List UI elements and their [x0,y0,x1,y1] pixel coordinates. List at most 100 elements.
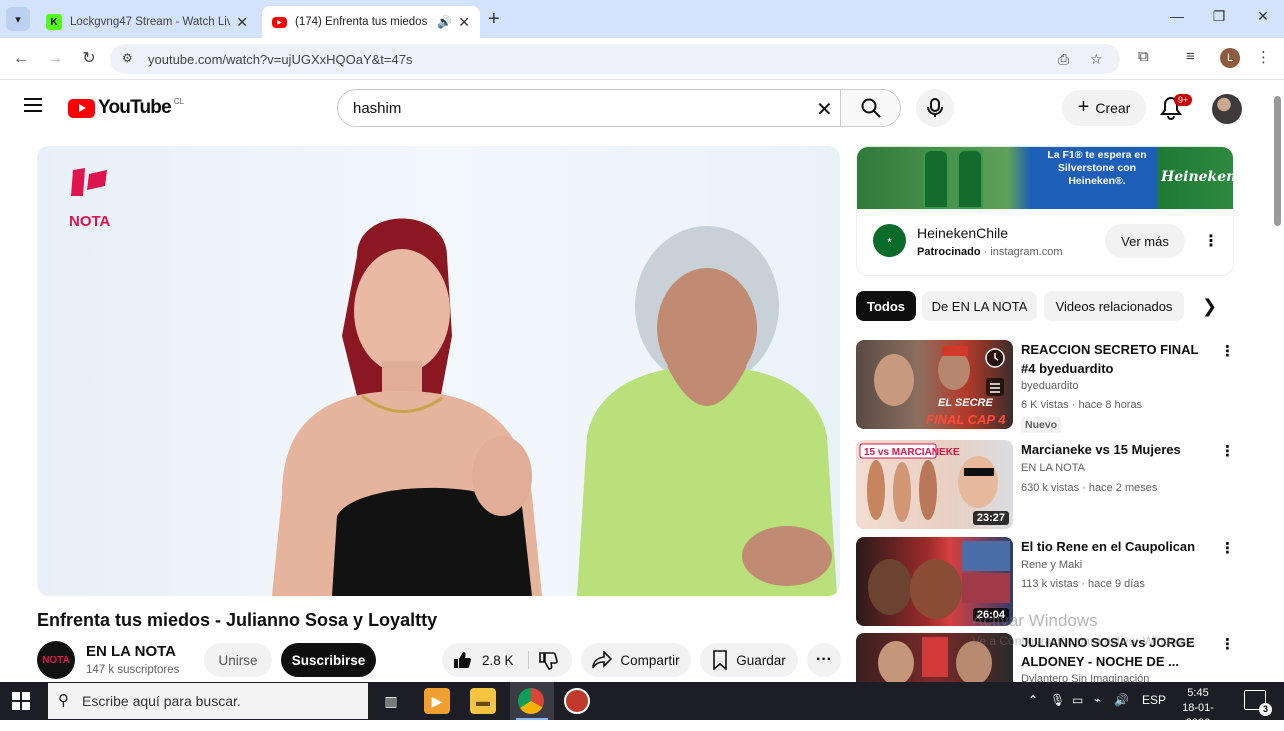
account-avatar[interactable] [1212,94,1242,124]
minimize-icon[interactable]: — [1162,8,1192,24]
media-player-icon[interactable]: ▶ [424,688,450,714]
battery-icon[interactable]: ▭ [1072,693,1083,707]
bottle-graphic [957,149,983,209]
rec-title[interactable]: El tio Rene en el Caupolican [1021,537,1216,556]
audio-playing-icon[interactable]: 🔊 [437,15,452,29]
search-button[interactable] [840,90,900,126]
join-button[interactable]: Unirse [204,643,272,677]
video-thumbnail[interactable]: 15 vs MARCIANEKE 23:27 [856,440,1013,529]
share-label: Compartir [620,652,680,668]
more-actions-button[interactable]: ··· [807,643,841,677]
reload-icon[interactable]: ↻ [78,48,100,70]
windows-start-icon[interactable] [12,692,30,710]
thumbs-up-icon [454,652,472,668]
share-button[interactable]: Compartir [581,643,691,677]
chip-from-channel[interactable]: De EN LA NOTA [922,291,1037,321]
rec-title[interactable]: Marcianeke vs 15 Mujeres [1021,440,1216,459]
tab-title: Lockgvng47 Stream - Watch Liv [70,16,231,28]
windows-activation-subtitle: Ve a Configuración para activar Windows. [972,634,1195,648]
channel-name[interactable]: EN LA NOTA [86,643,176,660]
chrome-icon[interactable] [518,688,544,714]
rec-meta: 6 K vistas · hace 8 horas [1021,399,1143,411]
install-app-icon[interactable]: ⎙ [1058,51,1069,68]
rec-channel[interactable]: byeduardito [1021,380,1079,392]
speedtest-icon[interactable] [564,688,590,714]
video-player[interactable]: NOTA [37,146,840,596]
clock-date: 18-01-2026 [1182,702,1214,729]
microphone-icon[interactable]: 🎙 [1050,693,1065,707]
profile-avatar[interactable]: L [1220,48,1240,68]
new-badge: Nuevo [1021,417,1062,433]
rec-more-icon[interactable]: ⋮ [1220,539,1235,557]
tray-chevron-up-icon[interactable]: ⌃ [1028,693,1038,707]
restore-icon[interactable]: ❐ [1204,8,1234,25]
subscribe-button[interactable]: Suscribirse [281,643,376,677]
forward-icon[interactable]: → [44,48,66,70]
channel-avatar[interactable]: NOTA [37,641,75,679]
microphone-icon [927,98,943,117]
chrome-menu-icon[interactable]: ⋮ [1256,48,1271,66]
like-count: 2.8 K [482,652,514,668]
taskbar-search-placeholder: Escribe aquí para buscar. [82,693,241,709]
bottle-graphic [923,149,949,209]
bookmark-star-icon[interactable]: ☆ [1090,51,1103,68]
youtube-icon: ▶ [272,16,287,28]
ad-cta-button[interactable]: Ver más [1105,224,1185,258]
language-indicator[interactable]: ESP [1142,693,1166,707]
chip-related[interactable]: Videos relacionados [1044,291,1184,321]
ad-sponsored-line: Patrocinado · instagram.com [917,246,1063,258]
file-explorer-icon[interactable]: ▬ [470,688,496,714]
action-center-icon[interactable]: 3 [1244,690,1272,716]
rec-more-icon[interactable]: ⋮ [1220,442,1235,460]
tab-kick-stream[interactable]: K Lockgvng47 Stream - Watch Liv ✕ [36,6,258,38]
close-tab-icon[interactable]: ✕ [236,14,248,31]
rec-channel[interactable]: EN LA NOTA [1021,462,1085,474]
video-frame-woman-right [577,226,837,596]
network-icon[interactable]: ⌁ [1094,693,1101,707]
rec-channel[interactable]: Dylantero Sin Imaginación [1021,673,1149,682]
tab-youtube-video[interactable]: ▶ (174) Enfrenta tus miedos - 🔊 ✕ [262,6,480,38]
channel-overlay-logo: NOTA [69,168,111,230]
close-window-icon[interactable]: ✕ [1248,8,1278,25]
video-frame-woman-left [272,218,542,596]
list-item[interactable]: 15 vs MARCIANEKE 23:27 Marcianeke vs 15 … [856,440,1236,532]
like-button[interactable]: 2.8 K [442,643,572,677]
video-title: Enfrenta tus miedos - Julianno Sosa y Lo… [37,610,438,630]
url-field[interactable]: ⚙ youtube.com/watch?v=ujUGXxHQOaY&t=47s … [110,44,1120,74]
search-box[interactable]: hashim ✕ [337,89,901,127]
thumbs-down-icon[interactable] [538,651,558,671]
create-button[interactable]: + Crear [1062,90,1146,126]
save-button[interactable]: Guardar [700,643,798,677]
rec-channel[interactable]: Rene y Maki [1021,559,1082,571]
ad-more-options-icon[interactable]: ⋮ [1203,231,1219,251]
search-input[interactable]: hashim [353,100,401,117]
chip-all[interactable]: Todos [856,291,916,321]
tab-search-button[interactable]: ▾ [6,7,30,31]
taskbar-search-field[interactable]: ⚲ Escribe aquí para buscar. [48,683,368,719]
volume-icon[interactable]: 🔊 [1114,693,1129,707]
close-tab-icon[interactable]: ✕ [458,14,470,31]
voice-search-button[interactable] [916,89,954,127]
reading-list-icon[interactable]: ≡ [1186,48,1195,65]
clear-search-icon[interactable]: ✕ [816,97,833,122]
ad-banner-image[interactable]: La F1® te espera en Silverstone con Hein… [857,147,1233,209]
windows-taskbar: ⚲ Escribe aquí para buscar. ▥ ▶ ▬ ⌃ 🎙 ▭ … [0,682,1284,729]
youtube-logo[interactable]: YouTube CL [68,97,184,119]
list-item[interactable]: EL SECRE FINAL CAP 4 REACCION SECRETO FI… [856,340,1236,433]
rec-more-icon[interactable]: ⋮ [1220,342,1235,360]
new-tab-button[interactable]: + [488,8,500,31]
scrollbar-thumb[interactable] [1274,96,1281,226]
hamburger-menu-icon[interactable] [24,98,42,116]
extensions-icon[interactable]: ⧉ [1138,48,1149,65]
chevron-right-icon[interactable]: ❯ [1202,296,1217,317]
rec-title[interactable]: REACCION SECRETO FINAL #4 byeduardito [1021,340,1216,378]
advertiser-logo[interactable]: ★ [873,224,906,257]
video-thumbnail[interactable]: EL SECRE FINAL CAP 4 [856,340,1013,429]
system-clock[interactable]: 5:45 18-01-2026 [1170,686,1226,731]
site-info-icon[interactable]: ⚙ [122,51,133,65]
advertiser-name[interactable]: HeinekenChile [917,225,1008,241]
sponsored-ad-card[interactable]: La F1® te espera en Silverstone con Hein… [856,146,1234,276]
back-icon[interactable]: ← [10,48,32,70]
task-view-icon[interactable]: ▥ [378,688,404,714]
rec-more-icon[interactable]: ⋮ [1220,635,1235,653]
